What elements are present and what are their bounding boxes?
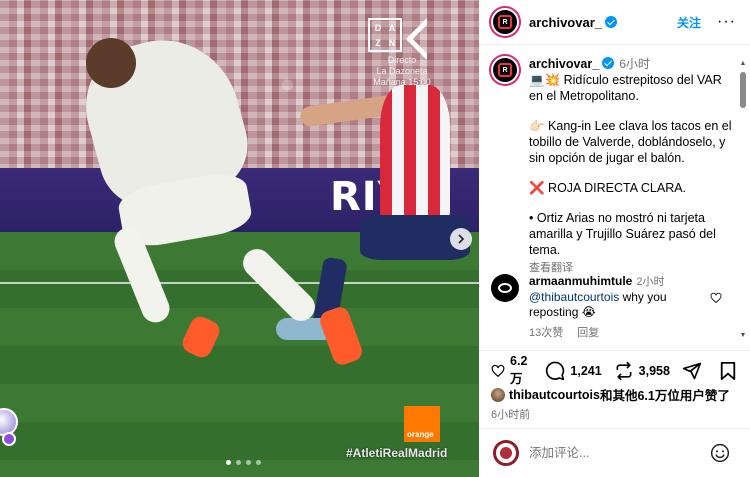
caption-username[interactable]: archivovar_ bbox=[529, 57, 599, 71]
carousel-next-button[interactable] bbox=[450, 228, 472, 250]
carousel-dot bbox=[246, 460, 251, 465]
dazn-logo: DAZN bbox=[368, 18, 402, 52]
save-button[interactable] bbox=[719, 361, 742, 381]
post-date[interactable]: 6小时前 bbox=[491, 406, 530, 422]
carousel-indicator bbox=[226, 460, 261, 465]
comment-like-count[interactable]: 13次赞 bbox=[529, 326, 563, 341]
comment-mention[interactable]: @thibautcourtois bbox=[529, 290, 619, 304]
comments-scroll-area[interactable]: R archivovar_ 6小时 💻💥 Ridículo estrepitoso… bbox=[479, 46, 750, 348]
repost-icon bbox=[616, 361, 632, 380]
liked-by-text: 和其他6.1万位用户赞了 bbox=[599, 389, 730, 403]
bookmark-icon bbox=[720, 361, 736, 380]
add-comment-bar bbox=[479, 428, 750, 477]
comment-time: 2小时 bbox=[636, 276, 665, 288]
verified-badge-icon bbox=[605, 15, 617, 28]
match-hashtag: #AtletiRealMadrid bbox=[346, 446, 448, 460]
broadcast-status: Directo bbox=[387, 55, 417, 65]
scrollbar[interactable]: ▲ ▼ bbox=[738, 60, 748, 340]
commenter-avatar[interactable] bbox=[491, 274, 519, 302]
chevron-right-icon bbox=[458, 234, 465, 244]
player-red-shirt bbox=[380, 85, 450, 225]
scroll-up-arrow-icon[interactable]: ▲ bbox=[739, 60, 747, 68]
caption-line: ❌ ROJA DIRECTA CLARA. bbox=[529, 181, 687, 195]
post-sidebar: R archivovar_ 关注 ··· R archivovar_ 6小时 💻💥… bbox=[479, 0, 750, 477]
like-button[interactable]: 6.2 万 bbox=[491, 354, 533, 387]
caption-line: 👉🏻 Kang-in Lee clava los tacos en el tob… bbox=[529, 119, 732, 165]
emoji-icon[interactable] bbox=[710, 443, 730, 463]
author-username[interactable]: archivovar_ bbox=[529, 15, 617, 30]
floating-badge-icon bbox=[2, 432, 16, 446]
sponsor-logo: orange bbox=[404, 406, 440, 442]
laliga-logo bbox=[408, 18, 436, 52]
verified-badge-icon bbox=[602, 57, 615, 69]
post-media[interactable]: RIYA DAZN Directo La Dazoneta Mañana 15:… bbox=[0, 0, 479, 477]
more-options-icon[interactable]: ··· bbox=[717, 14, 736, 30]
liker-avatar bbox=[491, 387, 505, 402]
comment-icon bbox=[546, 361, 565, 380]
carousel-dot bbox=[226, 460, 231, 465]
liked-by[interactable]: thibautcourtois 和其他6.1万位用户赞了 bbox=[491, 385, 746, 404]
broadcaster-overlay: DAZN Directo La Dazoneta Mañana 15:00 bbox=[360, 18, 444, 88]
post-actions: 6.2 万 1,241 3,958 bbox=[479, 350, 750, 390]
send-icon bbox=[682, 362, 702, 379]
post-caption: R archivovar_ 6小时 💻💥 Ridículo estrepitoso… bbox=[491, 56, 736, 276]
comment-count: 1,241 bbox=[570, 363, 602, 378]
caption-author-avatar[interactable]: R bbox=[491, 56, 519, 84]
comment-button[interactable]: 1,241 bbox=[545, 361, 602, 381]
follow-button[interactable]: 关注 bbox=[677, 14, 701, 31]
comment-input[interactable] bbox=[529, 446, 689, 460]
carousel-dot bbox=[256, 460, 261, 465]
comment-heart-icon[interactable] bbox=[710, 292, 722, 304]
caption-time: 6小时 bbox=[619, 57, 650, 71]
repost-button[interactable]: 3,958 bbox=[614, 361, 670, 381]
comment-item: armaanmuhimtule 2小时 @thibautcourtois why … bbox=[491, 274, 736, 341]
post-header: R archivovar_ 关注 ··· bbox=[479, 0, 750, 45]
carousel-dot bbox=[236, 460, 241, 465]
commenter-username[interactable]: armaanmuhimtule bbox=[529, 274, 632, 288]
caption-line: • Ortiz Arias no mostró ni tarjeta amari… bbox=[529, 211, 716, 257]
heart-icon bbox=[491, 364, 505, 377]
repost-count: 3,958 bbox=[638, 363, 670, 378]
player-head bbox=[86, 38, 136, 88]
share-button[interactable] bbox=[682, 361, 707, 381]
broadcast-program: La Dazoneta bbox=[376, 66, 428, 76]
caption-line: 💻💥 Ridículo estrepitoso del VAR en el Me… bbox=[529, 73, 722, 103]
author-avatar[interactable]: R bbox=[491, 8, 519, 36]
scroll-down-arrow-icon[interactable]: ▼ bbox=[739, 332, 747, 340]
current-user-avatar bbox=[493, 440, 519, 466]
like-count: 6.2 万 bbox=[510, 354, 528, 386]
comment-reply-button[interactable]: 回复 bbox=[577, 326, 599, 341]
scrollbar-thumb[interactable] bbox=[740, 72, 746, 108]
broadcast-time: Mañana 15:00 bbox=[373, 77, 431, 87]
liker-username[interactable]: thibautcourtois bbox=[509, 388, 600, 402]
